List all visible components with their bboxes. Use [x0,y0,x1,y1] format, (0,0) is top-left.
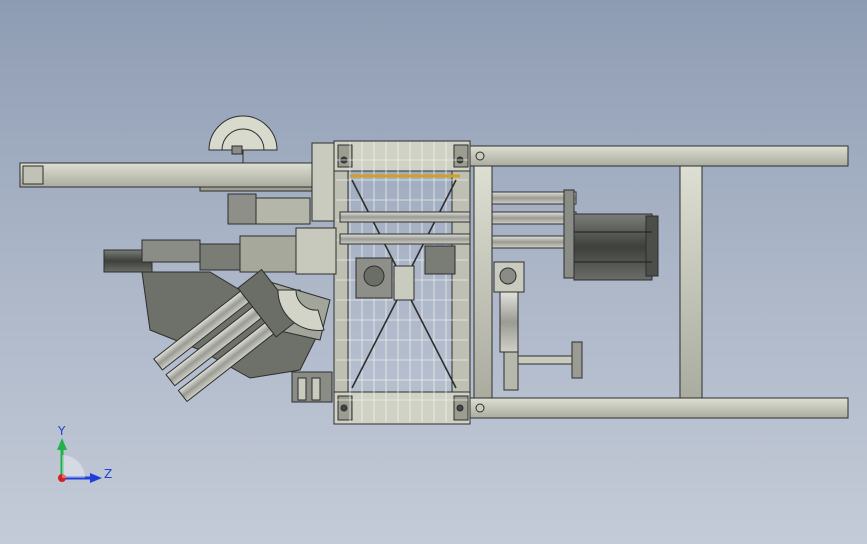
cad-viewport[interactable]: Y Z [0,0,867,544]
left-arm-bar [19,162,321,192]
machine-assembly-drawing [19,115,849,483]
vertical-column-handwheel [493,261,583,391]
semicircle-guard [208,115,278,163]
main-frame [469,145,849,419]
axis-triad-icon [57,438,102,483]
y-axis-label: Y [58,424,66,438]
lower-bracket [291,371,333,403]
z-axis-label: Z [104,467,113,481]
